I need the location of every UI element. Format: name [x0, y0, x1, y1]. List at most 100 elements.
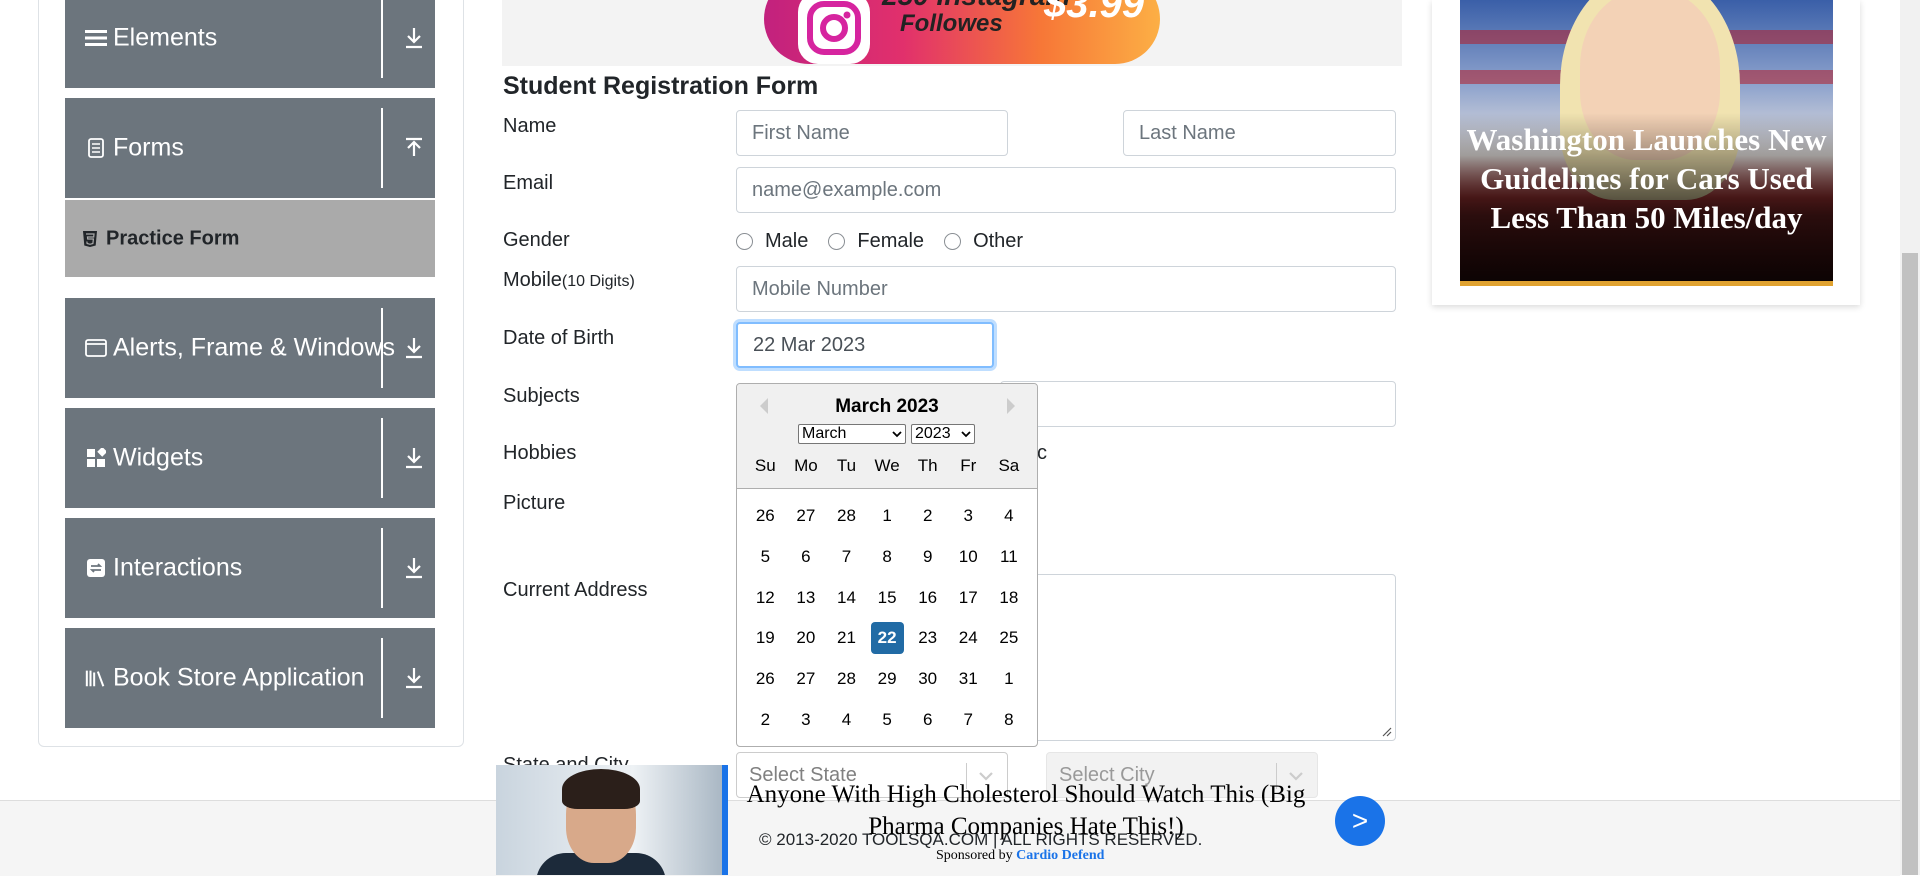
calendar-day[interactable]: 17 [948, 577, 989, 618]
gender-male-radio[interactable]: Male [736, 230, 808, 253]
calendar-day[interactable]: 6 [786, 537, 827, 578]
datepicker-day-grid: 26 27 28 1 2 3 4 5 6 7 8 9 10 11 12 13 1… [745, 496, 1029, 740]
calendar-day[interactable]: 21 [826, 618, 867, 659]
weekday-label: Sa [998, 456, 1020, 475]
chevron-down-icon [961, 430, 971, 437]
calendar-day[interactable]: 6 [907, 699, 948, 740]
gender-female-radio[interactable]: Female [828, 230, 924, 253]
calendar-day[interactable]: 16 [907, 577, 948, 618]
calendar-day[interactable]: 28 [826, 496, 867, 537]
calendar-day[interactable]: 3 [786, 699, 827, 740]
day-number: 6 [801, 547, 811, 567]
gender-radio-group: Male Female Other [736, 228, 1043, 254]
sidebar-group-forms[interactable]: Forms [65, 98, 435, 198]
calendar-day[interactable]: 23 [907, 618, 948, 659]
calendar-day[interactable]: 4 [989, 496, 1030, 537]
bottom-sticky-ad[interactable]: Anyone With High Cholesterol Should Watc… [496, 765, 1396, 875]
interactions-icon [85, 557, 107, 579]
subjects-label: Subjects [503, 385, 580, 407]
datepicker-header: March 2023 March 2023 Su Mo Tu We Th Fr … [737, 384, 1037, 489]
calendar-day[interactable]: 1 [867, 496, 908, 537]
ad-go-button[interactable]: > [1335, 796, 1385, 846]
scrollbar-thumb[interactable] [1902, 253, 1918, 875]
sidebar-group-label: Widgets [113, 443, 204, 472]
download-arrow-icon[interactable] [401, 665, 427, 691]
download-arrow-icon[interactable] [401, 25, 427, 51]
calendar-day[interactable]: 30 [907, 659, 948, 700]
sidebar-group-elements[interactable]: Elements [65, 0, 435, 88]
radio-circle[interactable] [828, 232, 846, 250]
calendar-day[interactable]: 29 [867, 659, 908, 700]
sidebar-group-alerts[interactable]: Alerts, Frame & Windows [65, 298, 435, 398]
download-arrow-icon[interactable] [401, 445, 427, 471]
calendar-day[interactable]: 14 [826, 577, 867, 618]
calendar-day[interactable]: 28 [826, 659, 867, 700]
name-label: Name [503, 115, 557, 137]
calendar-day[interactable]: 7 [948, 699, 989, 740]
calendar-day[interactable]: 2 [907, 496, 948, 537]
side-ad-headline: Washington Launches New Guidelines for C… [1466, 122, 1827, 235]
sidebar-group-label: Alerts, Frame & Windows [113, 333, 396, 362]
calendar-day[interactable]: 1 [989, 659, 1030, 700]
bottom-ad-accent [722, 765, 728, 875]
calendar-day[interactable]: 3 [948, 496, 989, 537]
calendar-day[interactable]: 4 [826, 699, 867, 740]
download-arrow-icon[interactable] [401, 555, 427, 581]
calendar-day[interactable]: 5 [867, 699, 908, 740]
calendar-day[interactable]: 15 [867, 577, 908, 618]
mobile-label: Mobile(10 Digits) [503, 269, 635, 292]
calendar-day[interactable]: 18 [989, 577, 1030, 618]
sponsor-name[interactable]: Cardio Defend [1016, 848, 1104, 863]
sidebar-group-widgets[interactable]: Widgets [65, 408, 435, 508]
calendar-day[interactable]: 10 [948, 537, 989, 578]
dob-input[interactable]: 22 Mar 2023 [736, 322, 994, 368]
subjects-input[interactable] [1000, 381, 1396, 427]
day-number: 2 [760, 709, 771, 729]
day-number: 6 [922, 709, 933, 729]
side-ad-image[interactable]: Washington Launches New Guidelines for C… [1460, 0, 1833, 283]
calendar-day-selected[interactable]: 22 [867, 618, 908, 659]
month-select[interactable]: March [798, 424, 906, 444]
calendar-day[interactable]: 25 [989, 618, 1030, 659]
calendar-day[interactable]: 27 [786, 496, 827, 537]
sidebar-group-interactions[interactable]: Interactions [65, 518, 435, 618]
calendar-day[interactable]: 7 [826, 537, 867, 578]
calendar-day[interactable]: 26 [745, 496, 786, 537]
resize-grip-icon[interactable] [1382, 727, 1392, 737]
email-input[interactable]: name@example.com [736, 167, 1396, 213]
first-name-input[interactable]: First Name [736, 110, 1008, 156]
hobby-music-label[interactable]: c [1037, 442, 1047, 465]
calendar-day[interactable]: 27 [786, 659, 827, 700]
weekday-label: Tu [836, 456, 857, 475]
calendar-day[interactable]: 8 [867, 537, 908, 578]
year-select[interactable]: 2023 [911, 424, 975, 444]
mobile-input[interactable]: Mobile Number [736, 266, 1396, 312]
day-number: 15 [877, 587, 897, 607]
radio-circle[interactable] [736, 232, 753, 250]
calendar-day[interactable]: 20 [786, 618, 827, 659]
weekday-label: Fr [960, 456, 977, 475]
calendar-day[interactable]: 19 [745, 618, 786, 659]
calendar-day[interactable]: 24 [948, 618, 989, 659]
calendar-day[interactable]: 9 [907, 537, 948, 578]
calendar-day[interactable]: 5 [745, 537, 786, 578]
calendar-day[interactable]: 2 [745, 699, 786, 740]
upload-arrow-icon[interactable] [401, 135, 427, 161]
calendar-day[interactable]: 26 [745, 659, 786, 700]
sidebar-group-label: Elements [113, 23, 218, 52]
day-number: 31 [958, 669, 978, 689]
calendar-day[interactable]: 13 [786, 577, 827, 618]
calendar-day[interactable]: 12 [745, 577, 786, 618]
sidebar-group-book-store[interactable]: Book Store Application [65, 628, 435, 728]
gender-other-radio[interactable]: Other [944, 230, 1023, 253]
day-number: 28 [837, 669, 856, 689]
download-arrow-icon[interactable] [401, 335, 427, 361]
calendar-day[interactable]: 31 [948, 659, 989, 700]
sidebar-item-practice-form[interactable]: Practice Form [65, 200, 435, 277]
radio-circle[interactable] [944, 232, 962, 250]
calendar-day[interactable]: 11 [989, 537, 1030, 578]
last-name-input[interactable]: Last Name [1123, 110, 1396, 156]
month-select-value: March [802, 425, 847, 442]
calendar-day[interactable]: 8 [989, 699, 1030, 740]
top-banner-ad[interactable]: 250 Instagram Followes $3.99 [502, 0, 1402, 66]
